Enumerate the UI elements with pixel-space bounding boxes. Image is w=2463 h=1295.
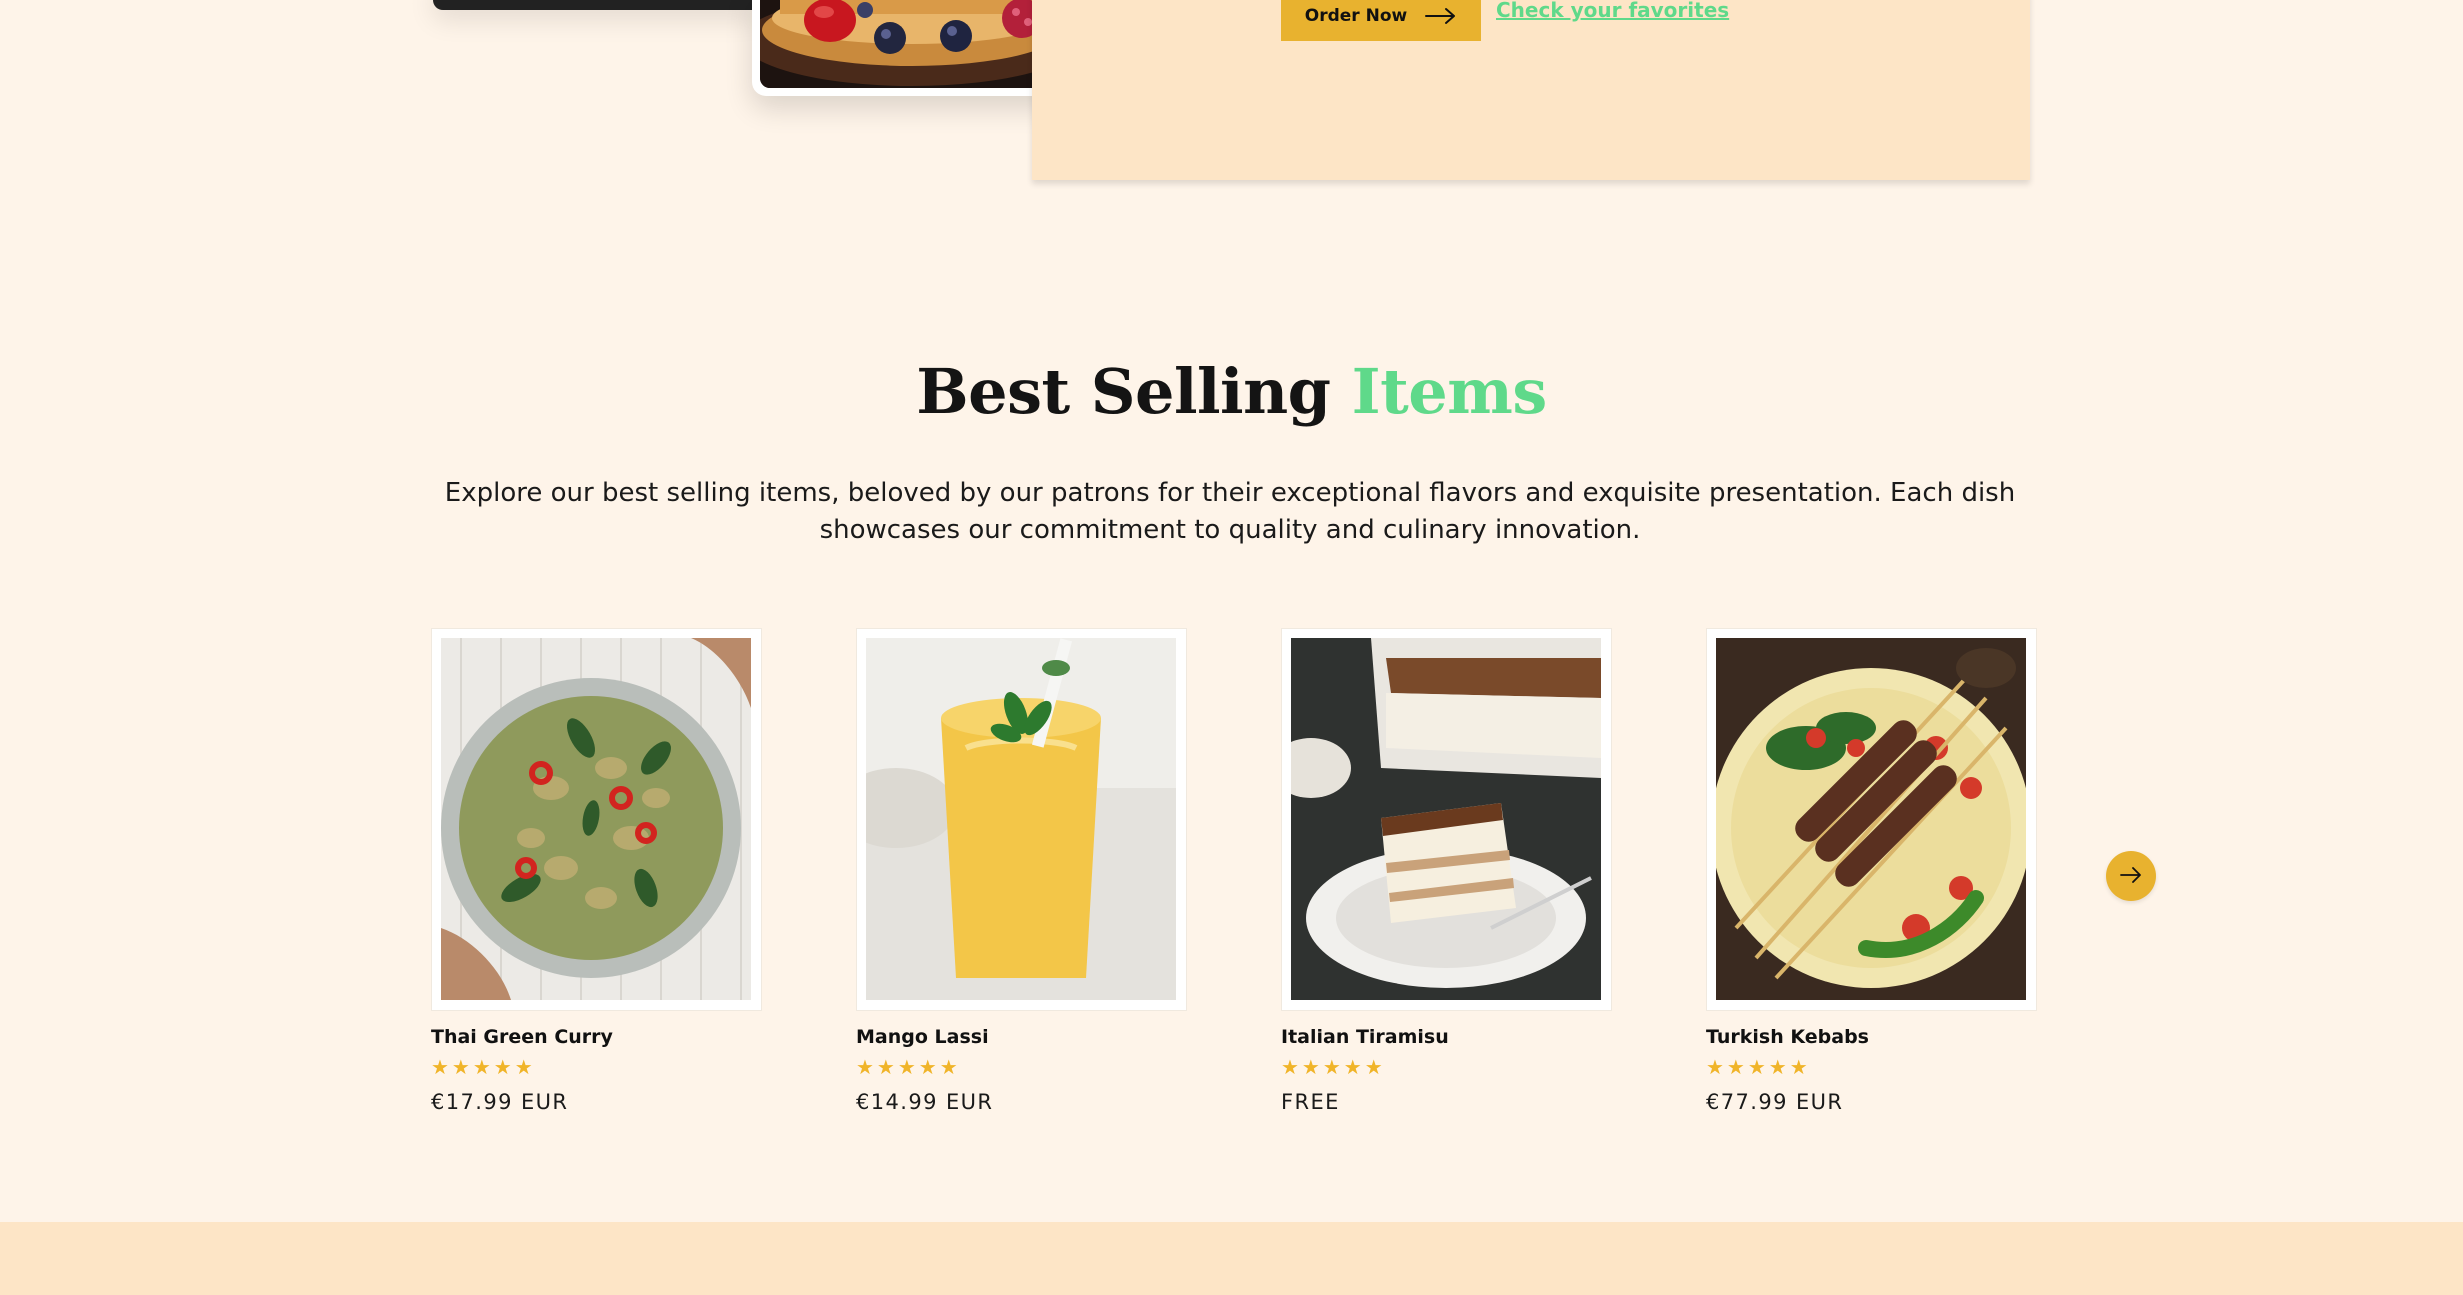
check-favorites-link[interactable]: Check your favorites: [1496, 0, 1729, 22]
arrow-right-icon: [1425, 6, 1457, 26]
product-price: FREE: [1281, 1090, 1340, 1114]
star-rating: ★★★★★: [431, 1055, 536, 1079]
arrow-right-icon: [2120, 866, 2142, 886]
product-price: €14.99 EUR: [856, 1090, 994, 1114]
pancake-photo: [760, 0, 1064, 88]
product-card[interactable]: Turkish Kebabs ★★★★★ €77.99 EUR: [1706, 628, 2037, 1114]
turkish-kebabs-photo: [1716, 638, 2026, 1000]
order-now-button[interactable]: Order Now: [1281, 0, 1481, 41]
product-image-frame[interactable]: [1281, 628, 1612, 1011]
mango-lassi-photo: [866, 638, 1176, 1000]
product-name[interactable]: Italian Tiramisu: [1281, 1026, 1611, 1048]
hero-pancake-image-card: [752, 0, 1072, 96]
hero-promo-panel: [1032, 0, 2030, 180]
next-section-band: [0, 1222, 2463, 1295]
product-card[interactable]: Mango Lassi ★★★★★ €14.99 EUR: [856, 628, 1187, 1114]
product-image-frame[interactable]: [431, 628, 762, 1011]
product-name[interactable]: Thai Green Curry: [431, 1026, 761, 1048]
star-rating: ★★★★★: [856, 1055, 961, 1079]
carousel-next-button[interactable]: [2106, 851, 2156, 901]
product-card[interactable]: Thai Green Curry ★★★★★ €17.99 EUR: [431, 628, 762, 1114]
product-price: €17.99 EUR: [431, 1090, 569, 1114]
section-title-accent: Items: [1351, 355, 1548, 428]
star-rating: ★★★★★: [1281, 1055, 1386, 1079]
section-title: Best Selling Items: [0, 355, 2463, 428]
hero-dark-card: [433, 0, 763, 10]
section-description: Explore our best selling items, beloved …: [444, 478, 2016, 545]
thai-green-curry-photo: [441, 638, 751, 1000]
product-price: €77.99 EUR: [1706, 1090, 1844, 1114]
order-now-label: Order Now: [1304, 5, 1408, 26]
product-image-frame[interactable]: [856, 628, 1187, 1011]
product-name[interactable]: Mango Lassi: [856, 1026, 1186, 1048]
product-card[interactable]: Italian Tiramisu ★★★★★ FREE: [1281, 628, 1612, 1114]
product-image-frame[interactable]: [1706, 628, 2037, 1011]
section-title-main: Best Selling: [916, 355, 1331, 428]
product-name[interactable]: Turkish Kebabs: [1706, 1026, 2036, 1048]
star-rating: ★★★★★: [1706, 1055, 1811, 1079]
italian-tiramisu-photo: [1291, 638, 1601, 1000]
